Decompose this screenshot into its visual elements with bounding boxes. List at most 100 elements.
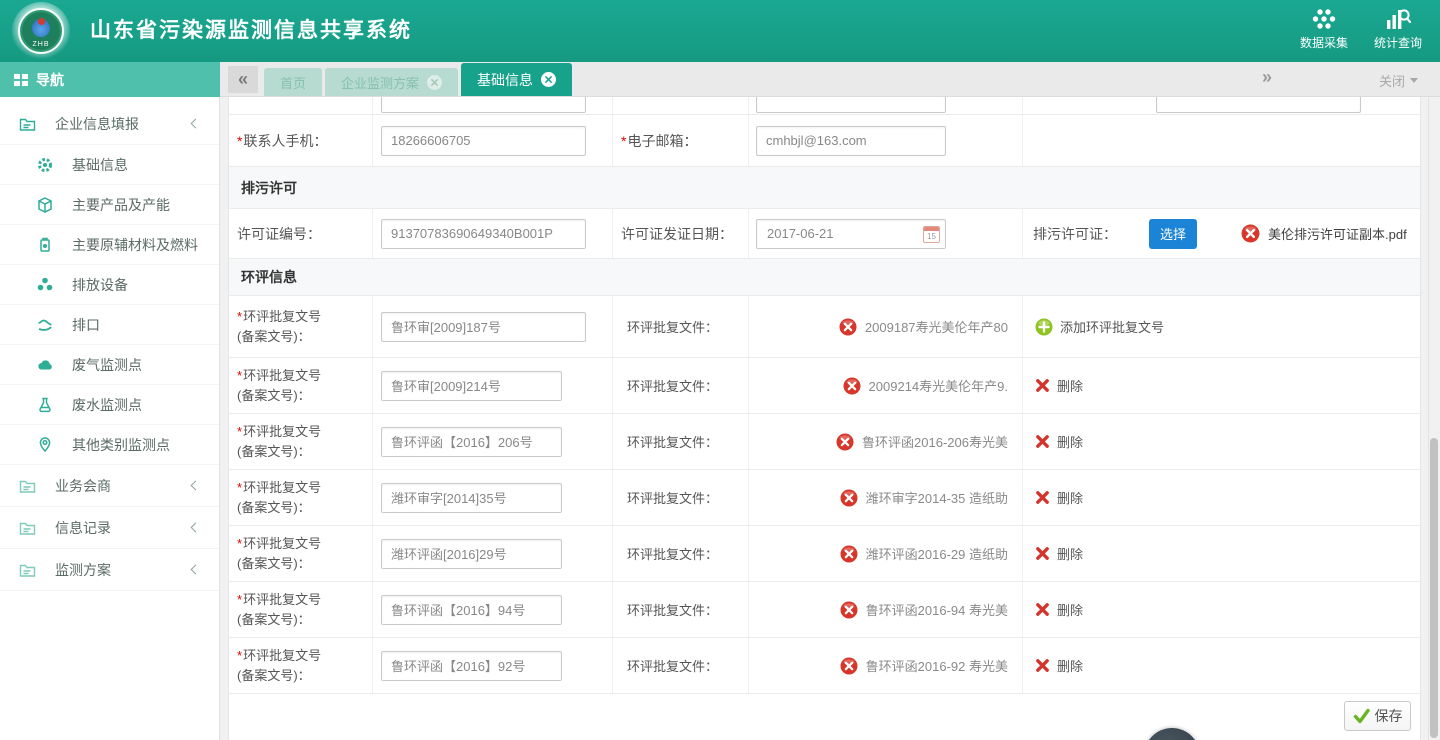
save-button[interactable]: 保存 — [1344, 701, 1411, 731]
eia-file-name[interactable]: 鲁环评函2016-92 寿光美 — [866, 656, 1008, 675]
eia-file-name[interactable]: 潍环审字2014-35 造纸助 — [866, 488, 1008, 507]
delete-eia-button[interactable]: 删除 — [1057, 432, 1083, 451]
sidebar-item-emission-equipment[interactable]: 排放设备 — [0, 265, 219, 305]
delete-eia-button[interactable]: 删除 — [1057, 376, 1083, 395]
sidebar-group-info-record[interactable]: 信息记录 — [0, 507, 219, 549]
add-icon[interactable] — [1035, 318, 1053, 336]
sidebar-item-waste-water-points[interactable]: 废水监测点 — [0, 385, 219, 425]
nav-strip[interactable]: 导航 — [0, 62, 220, 97]
delete-x-icon[interactable] — [1035, 378, 1050, 393]
eia-file-name[interactable]: 潍环评函2016-29 造纸助 — [866, 544, 1008, 563]
delete-x-icon[interactable] — [1035, 658, 1050, 673]
choose-file-button[interactable]: 选择 — [1149, 219, 1197, 249]
eia-file-label: 环评批复文件： — [613, 600, 718, 619]
section-eia-title: 环评信息 — [241, 267, 297, 287]
permit-file-name[interactable]: 美伦排污许可证副本.pdf — [1268, 224, 1407, 243]
permit-date-label: 许可证发证日期： — [613, 224, 733, 244]
delete-eia-button[interactable]: 删除 — [1057, 656, 1083, 675]
delete-x-icon[interactable] — [1035, 490, 1050, 505]
sidebar-item-outfall[interactable]: 排口 — [0, 305, 219, 345]
delete-x-icon[interactable] — [1035, 546, 1050, 561]
data-collect-label: 数据采集 — [1300, 34, 1348, 51]
partial-input-3[interactable] — [1156, 97, 1361, 113]
remove-file-icon[interactable] — [840, 601, 858, 619]
sidebar-group-monitor-plan[interactable]: 监测方案 — [0, 549, 219, 591]
permit-date-value: 2017-06-21 — [767, 226, 834, 241]
required-star: * — [237, 592, 242, 607]
tab-scroll-left-button[interactable]: « — [228, 66, 258, 93]
sidebar-item-label: 排口 — [72, 315, 100, 335]
tab-enterprise-monitor-plan[interactable]: 企业监测方案 — [325, 68, 458, 96]
eia-doc-label: *环评批复文号(备案文号)： — [229, 478, 321, 518]
eia-doc-input[interactable] — [381, 427, 562, 457]
tab-basic-info[interactable]: 基础信息 — [461, 63, 572, 96]
close-icon[interactable] — [427, 75, 442, 90]
tab-basic-info-label: 基础信息 — [477, 70, 533, 90]
eia-doc-input[interactable] — [381, 312, 586, 342]
eia-doc-input[interactable] — [381, 595, 562, 625]
sidebar-item-products-capacity[interactable]: 主要产品及产能 — [0, 185, 219, 225]
stats-query-button[interactable]: 统计查询 — [1374, 7, 1422, 51]
eia-doc-input[interactable] — [381, 651, 562, 681]
remove-file-icon[interactable] — [839, 318, 857, 336]
close-menu-button[interactable]: 关闭 — [1379, 71, 1418, 90]
sidebar-item-label: 信息记录 — [55, 518, 111, 538]
eia-row: *环评批复文号(备案文号)： 环评批复文件： 潍环审字2014-35 造纸助 删… — [229, 470, 1420, 526]
delete-eia-button[interactable]: 删除 — [1057, 488, 1083, 507]
sidebar-item-raw-materials-fuel[interactable]: 主要原辅材料及燃料 — [0, 225, 219, 265]
eia-file-name[interactable]: 2009214寿光美伦年产9. — [869, 376, 1008, 395]
calendar-icon[interactable]: 15 — [923, 226, 940, 243]
eia-doc-input[interactable] — [381, 539, 562, 569]
permit-no-input[interactable] — [381, 219, 586, 249]
delete-eia-button[interactable]: 删除 — [1057, 600, 1083, 619]
sidebar-item-label: 监测方案 — [55, 560, 111, 580]
scrollbar-thumb[interactable] — [1430, 438, 1438, 738]
sidebar-item-other-monitor-points[interactable]: 其他类别监测点 — [0, 425, 219, 465]
remove-file-icon[interactable] — [1241, 224, 1260, 243]
sidebar-item-basic-info[interactable]: 基础信息 — [0, 145, 219, 185]
eia-file-name[interactable]: 鲁环评函2016-206寿光美 — [862, 432, 1008, 451]
add-eia-button[interactable]: 添加环评批复文号 — [1060, 317, 1164, 336]
partial-input-1[interactable] — [381, 97, 586, 113]
delete-x-icon[interactable] — [1035, 602, 1050, 617]
eia-doc-label: *环评批复文号(备案文号)： — [229, 422, 321, 462]
section-eia: 环评信息 — [229, 259, 1420, 296]
chevron-left-icon — [191, 481, 201, 491]
eia-file-name[interactable]: 2009187寿光美伦年产80 — [865, 317, 1008, 336]
remove-file-icon[interactable] — [840, 545, 858, 563]
required-star: * — [237, 536, 242, 551]
tab-scroll-right-button[interactable]: » — [1262, 67, 1272, 88]
fuel-icon — [36, 236, 54, 254]
sidebar-group-enterprise-info[interactable]: 企业信息填报 — [0, 103, 219, 145]
tab-strip: « 首页 企业监测方案 基础信息 » 关闭 — [220, 62, 1440, 97]
sidebar-item-label: 排放设备 — [72, 275, 128, 295]
eia-row: *环评批复文号(备案文号)： 环评批复文件： 鲁环评函2016-92 寿光美 删… — [229, 638, 1420, 694]
remove-file-icon[interactable] — [836, 433, 854, 451]
delete-eia-button[interactable]: 删除 — [1057, 544, 1083, 563]
eia-doc-input[interactable] — [381, 371, 562, 401]
delete-x-icon[interactable] — [1035, 434, 1050, 449]
close-icon[interactable] — [541, 72, 556, 87]
logo-dot-icon — [38, 18, 45, 25]
remove-file-icon[interactable] — [843, 377, 861, 395]
eia-doc-label: *环评批复文号(备案文号)： — [229, 307, 321, 347]
scrollbar-track[interactable] — [1428, 97, 1440, 740]
sidebar-item-label: 主要原辅材料及燃料 — [72, 235, 198, 255]
sidebar-group-business-consult[interactable]: 业务会商 — [0, 465, 219, 507]
eia-row: *环评批复文号(备案文号)： 环评批复文件： 鲁环评函2016-94 寿光美 删… — [229, 582, 1420, 638]
remove-file-icon[interactable] — [840, 489, 858, 507]
sidebar-item-waste-gas-points[interactable]: 废气监测点 — [0, 345, 219, 385]
data-collect-button[interactable]: 数据采集 — [1300, 7, 1348, 51]
tab-home[interactable]: 首页 — [264, 68, 322, 96]
permit-date-input[interactable]: 2017-06-21 15 — [756, 219, 946, 249]
phone-input[interactable] — [381, 126, 586, 156]
section-permit-title: 排污许可 — [241, 178, 297, 198]
dots-cluster-icon — [1311, 7, 1337, 31]
grid-icon — [14, 73, 28, 87]
header-actions: 数据采集 统计查询 — [1300, 7, 1422, 51]
eia-file-name[interactable]: 鲁环评函2016-94 寿光美 — [866, 600, 1008, 619]
partial-input-2[interactable] — [756, 97, 946, 113]
email-input[interactable] — [756, 126, 946, 156]
eia-doc-input[interactable] — [381, 483, 562, 513]
remove-file-icon[interactable] — [840, 657, 858, 675]
